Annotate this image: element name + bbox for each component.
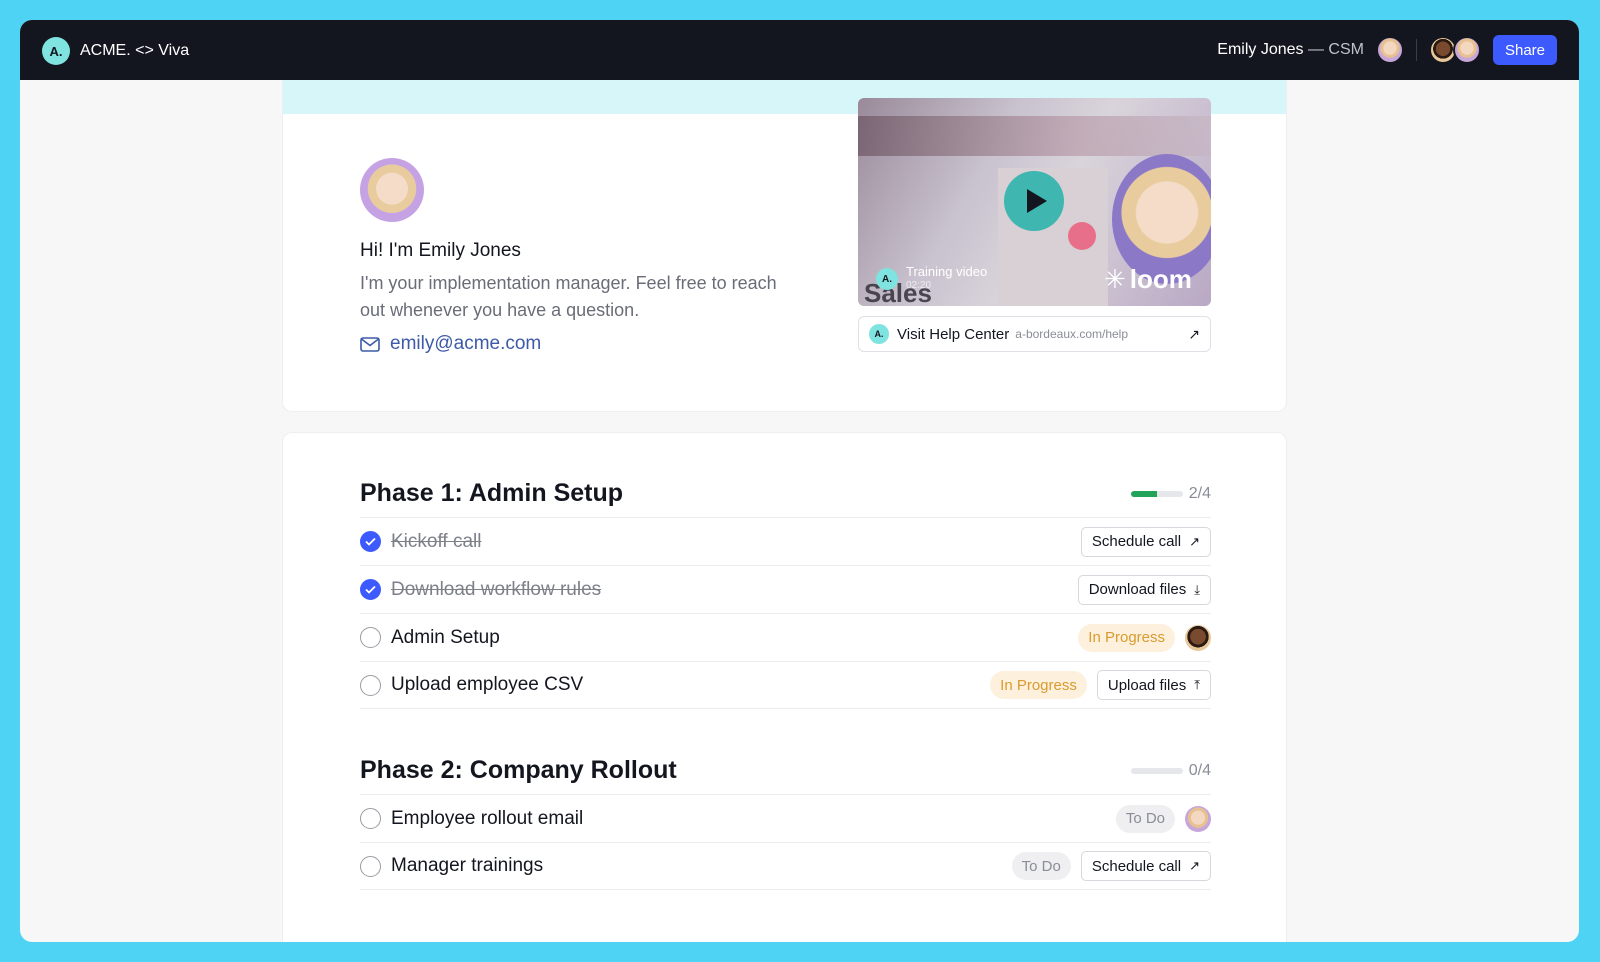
- task-row: Manager trainings To Do Schedule call ↗: [360, 842, 1211, 890]
- share-button[interactable]: Share: [1492, 35, 1557, 65]
- phase-progress: 0/4: [1130, 762, 1211, 780]
- email-row[interactable]: emily@acme.com: [360, 333, 541, 355]
- status-badge: In Progress: [1078, 623, 1175, 652]
- progress-count: 0/4: [1188, 762, 1211, 779]
- checkmark-icon: [365, 585, 376, 594]
- current-user-label: Emily Jones — CSM: [1217, 41, 1364, 59]
- progress-bar: [1130, 491, 1183, 497]
- user-role: — CSM: [1307, 41, 1364, 58]
- schedule-call-button[interactable]: Schedule call ↗: [1080, 851, 1211, 881]
- video-decoration: [1068, 222, 1096, 250]
- task-label: Kickoff call: [391, 530, 482, 552]
- video-duration: 02:20: [906, 280, 932, 291]
- task-checkbox[interactable]: [360, 674, 381, 696]
- status-badge: To Do: [1011, 852, 1071, 880]
- progress-count: 2/4: [1188, 485, 1211, 502]
- task-checkbox[interactable]: [360, 808, 381, 829]
- play-icon: [1026, 189, 1047, 213]
- phase-title: Phase 1: Admin Setup: [360, 479, 624, 507]
- top-bar: A. ACME. <> Viva Emily Jones — CSM Share: [20, 20, 1579, 80]
- phase-1-header: Phase 1: Admin Setup 2/4: [360, 477, 1211, 511]
- task-row: Download workflow rules Download files ⤓: [360, 565, 1211, 613]
- brand-logo-icon: A.: [42, 37, 70, 65]
- task-label: Upload employee CSV: [391, 674, 584, 695]
- task-label: Admin Setup: [391, 626, 500, 648]
- button-label: Download files: [1088, 581, 1187, 598]
- training-video[interactable]: Sales A. Training video 02:20 ✳ loom: [858, 98, 1211, 306]
- assignee-avatar[interactable]: [1185, 805, 1211, 832]
- task-label: Manager trainings: [391, 855, 544, 876]
- upload-files-button[interactable]: Upload files ⤒: [1096, 670, 1211, 700]
- button-label: Schedule call: [1091, 533, 1182, 550]
- collaborator-avatar[interactable]: [1452, 36, 1481, 64]
- upload-icon: ⤒: [1194, 677, 1200, 692]
- header-right: Emily Jones — CSM Share: [1217, 35, 1557, 65]
- task-label: Employee rollout email: [391, 807, 584, 829]
- phase-title: Phase 2: Company Rollout: [360, 756, 677, 784]
- greeting: Hi! I'm Emily Jones: [360, 240, 521, 261]
- external-link-icon: ↗: [1188, 325, 1200, 342]
- brand[interactable]: A. ACME. <> Viva: [42, 37, 189, 65]
- assignee-avatar[interactable]: [1185, 624, 1211, 651]
- download-files-button[interactable]: Download files ⤓: [1077, 574, 1211, 605]
- checkmark-icon: [365, 537, 376, 546]
- phases-card: Phase 1: Admin Setup 2/4 Kickoff call Sc…: [282, 432, 1287, 942]
- play-button[interactable]: [1004, 171, 1064, 231]
- task-checkbox[interactable]: [360, 855, 381, 877]
- task-row: Kickoff call Schedule call ↗: [360, 517, 1211, 565]
- video-screen: [858, 116, 1211, 156]
- task-checkbox[interactable]: [360, 531, 381, 552]
- app-window: A. ACME. <> Viva Emily Jones — CSM Share…: [20, 20, 1579, 942]
- task-row: Employee rollout email To Do: [360, 794, 1211, 842]
- loom-icon: ✳: [1104, 264, 1126, 294]
- progress-bar-fill: [1130, 491, 1157, 497]
- task-row: Upload employee CSV In Progress Upload f…: [360, 661, 1211, 709]
- schedule-call-button[interactable]: Schedule call ↗: [1080, 526, 1211, 557]
- button-label: Upload files: [1107, 676, 1187, 694]
- external-link-icon: ↗: [1189, 858, 1200, 873]
- loom-logo: ✳ loom: [1104, 264, 1192, 295]
- status-badge: In Progress: [990, 671, 1087, 699]
- progress-bar: [1130, 768, 1183, 774]
- current-user-avatar[interactable]: [1375, 36, 1404, 64]
- video-title: Training video: [906, 264, 988, 279]
- intro-text: I'm your implementation manager. Feel fr…: [360, 273, 777, 320]
- task-row: Admin Setup In Progress: [360, 613, 1211, 661]
- header-divider: [1415, 39, 1417, 61]
- task-checkbox[interactable]: [360, 579, 381, 600]
- external-link-icon: ↗: [1189, 533, 1200, 549]
- help-title: Visit Help Center: [897, 325, 1010, 343]
- help-logo-icon: A.: [869, 324, 889, 344]
- task-label: Download workflow rules: [391, 578, 602, 600]
- task-checkbox[interactable]: [360, 627, 381, 648]
- phase-progress: 2/4: [1130, 485, 1211, 503]
- user-name: Emily Jones: [1217, 41, 1304, 58]
- download-icon: ⤓: [1194, 581, 1200, 597]
- manager-avatar: [360, 158, 424, 222]
- help-url: a-bordeaux.com/help: [1015, 327, 1129, 341]
- status-badge: To Do: [1115, 804, 1175, 833]
- collaborators[interactable]: [1428, 36, 1481, 64]
- mail-icon: [360, 336, 380, 352]
- loom-wordmark: loom: [1129, 264, 1192, 294]
- video-brand-logo-icon: A.: [876, 268, 898, 290]
- help-center-link[interactable]: A. Visit Help Center a-bordeaux.com/help…: [858, 316, 1211, 352]
- button-label: Schedule call: [1091, 857, 1182, 875]
- email-link[interactable]: emily@acme.com: [390, 333, 541, 355]
- phase-2-header: Phase 2: Company Rollout 0/4: [360, 754, 1211, 788]
- brand-name: ACME. <> Viva: [80, 42, 190, 59]
- contact-card: Hi! I'm Emily Jones I'm your implementat…: [282, 80, 1287, 412]
